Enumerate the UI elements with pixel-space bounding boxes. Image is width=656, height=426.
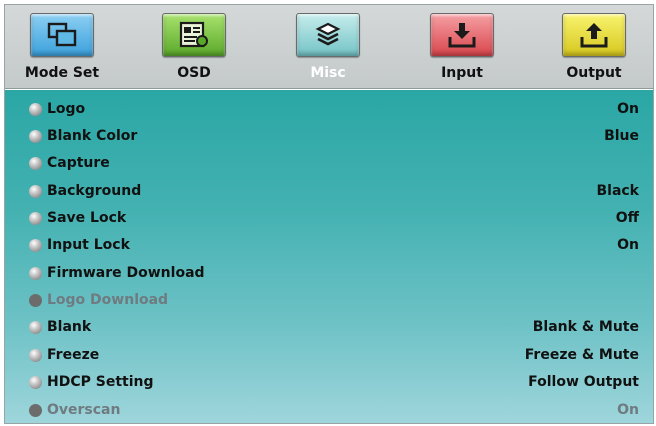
menu-item-firmware-download[interactable]: Firmware Download <box>5 260 653 287</box>
input-tray-icon <box>430 13 494 57</box>
menu-item-label: Background <box>47 183 142 199</box>
menu-item-label: Overscan <box>47 402 121 418</box>
menu-item-freeze[interactable]: Freeze Freeze & Mute <box>5 342 653 369</box>
bullet-icon <box>29 349 42 362</box>
menu-item-value: Off <box>615 210 639 226</box>
bullet-icon <box>29 130 42 143</box>
menu-item-value: Blue <box>604 128 639 144</box>
tab-mode-set[interactable]: Mode Set <box>5 5 127 89</box>
bullet-icon <box>29 321 42 334</box>
menu-item-value: On <box>617 237 639 253</box>
menu-item-capture[interactable]: Capture <box>5 150 653 177</box>
menu-item-logo[interactable]: Logo On <box>5 96 653 123</box>
menu-item-value: Freeze & Mute <box>524 347 639 363</box>
osd-document-icon <box>162 13 226 57</box>
bullet-icon <box>29 239 42 252</box>
menu-item-label: Logo Download <box>47 292 169 308</box>
bullet-icon <box>29 267 42 280</box>
bullet-icon <box>29 157 42 170</box>
menu-item-value: Black <box>596 183 639 199</box>
tab-osd[interactable]: OSD <box>129 5 259 89</box>
tab-label: OSD <box>177 65 211 81</box>
tab-label: Mode Set <box>24 65 100 81</box>
bullet-icon <box>29 212 42 225</box>
tab-label: Output <box>566 65 622 81</box>
output-tray-icon <box>562 13 626 57</box>
menu-item-label: Firmware Download <box>47 265 205 281</box>
tab-output[interactable]: Output <box>529 5 653 89</box>
menu-item-blank-color[interactable]: Blank Color Blue <box>5 123 653 150</box>
bullet-icon <box>29 294 42 307</box>
menu-item-label: Capture <box>47 155 110 171</box>
menu-item-value: Blank & Mute <box>532 319 639 335</box>
menu-item-value: Follow Output <box>528 374 639 390</box>
menu-item-label: Blank Color <box>47 128 138 144</box>
tab-label: Input <box>441 65 483 81</box>
menu-item-overscan: Overscan On <box>5 397 653 423</box>
menu-item-hdcp-setting[interactable]: HDCP Setting Follow Output <box>5 369 653 396</box>
menu-item-label: HDCP Setting <box>47 374 154 390</box>
bullet-icon <box>29 376 42 389</box>
tab-misc[interactable]: Misc <box>263 5 393 89</box>
menu-item-background[interactable]: Background Black <box>5 178 653 205</box>
menu-item-blank[interactable]: Blank Blank & Mute <box>5 314 653 341</box>
osd-window: Mode Set OSD Misc Input Output Logo On B… <box>4 4 654 424</box>
windows-icon <box>30 13 94 57</box>
bullet-icon <box>29 404 42 417</box>
menu-item-value: On <box>617 402 639 418</box>
stack-icon <box>296 13 360 57</box>
menu-item-label: Freeze <box>47 347 100 363</box>
menu-item-save-lock[interactable]: Save Lock Off <box>5 205 653 232</box>
tab-input[interactable]: Input <box>397 5 527 89</box>
menu-item-label: Blank <box>47 319 92 335</box>
menu-item-logo-download: Logo Download <box>5 287 653 314</box>
menu-item-label: Input Lock <box>47 237 130 253</box>
bullet-icon <box>29 185 42 198</box>
menu-item-label: Logo <box>47 101 86 117</box>
menu-item-value: On <box>617 101 639 117</box>
bullet-icon <box>29 103 42 116</box>
misc-menu-list: Logo On Blank Color Blue Capture Backgro… <box>5 90 653 423</box>
menu-item-label: Save Lock <box>47 210 127 226</box>
menu-item-input-lock[interactable]: Input Lock On <box>5 232 653 259</box>
tab-label: Misc <box>310 65 346 81</box>
tab-bar: Mode Set OSD Misc Input Output <box>5 5 653 89</box>
